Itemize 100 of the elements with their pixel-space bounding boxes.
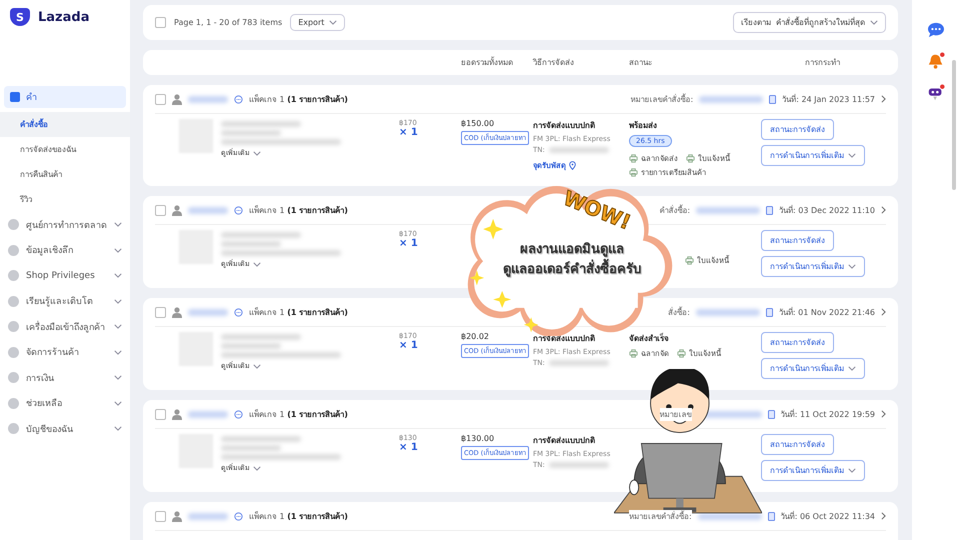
printer-icon xyxy=(677,348,686,358)
order-date: วันที่: 24 Jan 2023 11:57 xyxy=(782,93,875,106)
chat-icon[interactable] xyxy=(234,94,243,104)
blurred-tracking-number xyxy=(548,147,609,153)
export-dropdown[interactable]: Export xyxy=(290,14,346,31)
more-actions-button[interactable]: การดำเนินการเพิ่มเติม xyxy=(761,358,865,379)
location-pin-icon xyxy=(569,160,576,170)
menu-icon xyxy=(8,270,19,282)
blurred-product-detail xyxy=(221,241,281,247)
sidebar-menu-item[interactable]: การเงิน xyxy=(26,370,107,385)
order-date: วันที่: 06 Oct 2022 11:34 xyxy=(780,510,875,522)
chevron-right-icon[interactable] xyxy=(881,410,886,418)
quantity: × 1 xyxy=(399,442,419,453)
robot-icon[interactable] xyxy=(927,84,945,102)
sidebar-menu-item[interactable]: เรียนรู้และเติบโต xyxy=(26,294,107,308)
sidebar-menu-item[interactable]: บัญชีของฉัน xyxy=(26,422,107,436)
blurred-tracking-number xyxy=(548,462,609,468)
column-header: การกระทำ xyxy=(804,57,841,69)
blurred-product-detail xyxy=(221,130,281,136)
blurred-order-number xyxy=(699,96,764,102)
order-status: พร้อมส่ง xyxy=(629,120,658,132)
column-header: ยอดรวมทั้งหมด xyxy=(461,56,514,69)
blurred-tracking-number xyxy=(548,360,609,366)
checkbox[interactable] xyxy=(155,204,166,216)
chevron-down-icon xyxy=(329,20,338,25)
sidebar-item[interactable]: คำสั่งซื้อ xyxy=(0,112,130,137)
package-label: แพ็คเกจ 1 (1 รายการสินค้า) xyxy=(249,510,348,522)
sidebar-menu-item[interactable]: ศูนย์การทำการตลาด xyxy=(26,218,107,232)
order-date: วันที่: 01 Nov 2022 21:46 xyxy=(778,306,875,318)
chevron-down-icon xyxy=(114,324,122,330)
chat-bubble-icon[interactable] xyxy=(927,22,945,38)
chevron-down-icon xyxy=(848,468,856,473)
more-actions-button[interactable]: การดำเนินการเพิ่มเติม xyxy=(761,256,865,277)
blurred-buyer-name xyxy=(188,410,228,418)
chat-icon[interactable] xyxy=(234,308,243,316)
checkbox[interactable] xyxy=(155,408,166,420)
person-icon xyxy=(172,510,182,522)
checkbox[interactable] xyxy=(155,94,166,104)
package-label: แพ็คเกจ 1 (1 รายการสินค้า) xyxy=(249,93,348,106)
order-status: จัดส่งสำเร็จ xyxy=(629,332,670,345)
package-label: แพ็คเกจ 1 (1 รายการสินค้า) xyxy=(249,204,348,216)
bell-icon[interactable] xyxy=(927,52,945,70)
chevron-down-icon xyxy=(114,375,122,380)
shipping-status-button[interactable]: สถานะการจัดส่ง xyxy=(761,230,834,251)
chevron-down-icon xyxy=(848,153,856,158)
document-icon xyxy=(768,410,775,418)
document-icon xyxy=(766,206,774,214)
chevron-down-icon xyxy=(114,222,122,228)
chevron-right-icon[interactable] xyxy=(881,206,886,214)
sidebar-item[interactable]: การจัดส่งของฉัน xyxy=(0,137,130,162)
shipping-status-button[interactable]: สถานะการจัดส่ง xyxy=(761,434,834,455)
sidebar-menu-item[interactable]: ช่วยเหลือ xyxy=(26,396,107,410)
menu-icon xyxy=(8,296,19,307)
chevron-right-icon[interactable] xyxy=(881,308,886,316)
chevron-down-icon xyxy=(114,248,122,253)
order-total: ฿150.00 xyxy=(461,119,496,128)
person-icon xyxy=(172,408,182,420)
chat-icon[interactable] xyxy=(234,206,243,214)
chevron-down-icon xyxy=(114,400,122,406)
quantity: × 1 xyxy=(399,340,419,351)
shipping-status-button[interactable]: สถานะการจัดส่ง xyxy=(761,332,834,353)
chat-icon[interactable] xyxy=(234,512,243,520)
more-actions-button[interactable]: การดำเนินการเพิ่มเติม xyxy=(761,145,865,166)
order-date: วันที่: 03 Dec 2022 11:10 xyxy=(779,204,875,216)
chevron-down-icon xyxy=(870,20,878,25)
blurred-buyer-name xyxy=(188,96,228,102)
sidebar-menu-item[interactable]: ข้อมูลเชิงลึก xyxy=(26,243,107,258)
select-all-checkbox[interactable] xyxy=(155,17,166,28)
sidebar-item[interactable]: รีวิว xyxy=(0,187,130,212)
sidebar-group[interactable]: คำ xyxy=(4,86,126,108)
more-actions-button[interactable]: การดำเนินการเพิ่มเติม xyxy=(761,460,865,481)
shipping-status-button[interactable]: สถานะการจัดส่ง xyxy=(761,119,834,140)
chevron-right-icon[interactable] xyxy=(881,512,886,520)
chevron-down-icon xyxy=(114,426,122,432)
printer-icon xyxy=(629,348,638,358)
blurred-product-detail xyxy=(221,343,281,349)
order-total: ฿20.02 xyxy=(461,332,490,341)
chevron-right-icon[interactable] xyxy=(881,95,886,103)
sort-dropdown[interactable]: เรียงตาม คำสั่งซื้อที่ถูกสร้างใหม่ที่สุด xyxy=(732,12,886,33)
shipping-type: การจัดส่งแบบปกติ xyxy=(533,120,596,132)
document-icon xyxy=(766,308,773,316)
chevron-down-icon xyxy=(848,366,856,371)
menu-icon xyxy=(8,423,19,434)
sidebar-menu-item[interactable]: จัดการร้านค้า xyxy=(26,345,107,360)
blurred-product-detail xyxy=(221,445,281,451)
sidebar-item[interactable]: การคืนสินค้า xyxy=(0,162,130,187)
person-icon xyxy=(172,306,182,318)
blurred-order-number xyxy=(696,308,760,316)
menu-icon xyxy=(8,372,19,384)
chevron-down-icon xyxy=(114,298,122,304)
column-header: สถานะ xyxy=(629,57,653,69)
chat-icon[interactable] xyxy=(234,410,243,418)
sidebar-menu-item[interactable]: เครื่องมือเข้าถึงลูกค้า xyxy=(26,320,107,334)
page-info: Page 1, 1 - 20 of 783 items xyxy=(174,18,282,27)
printer-icon xyxy=(686,154,695,162)
sidebar-menu-item[interactable]: Shop Privileges xyxy=(26,270,107,281)
chevron-down-icon xyxy=(114,350,122,355)
checkbox[interactable] xyxy=(155,306,166,318)
chevron-down-icon xyxy=(114,273,122,278)
checkbox[interactable] xyxy=(155,510,166,522)
